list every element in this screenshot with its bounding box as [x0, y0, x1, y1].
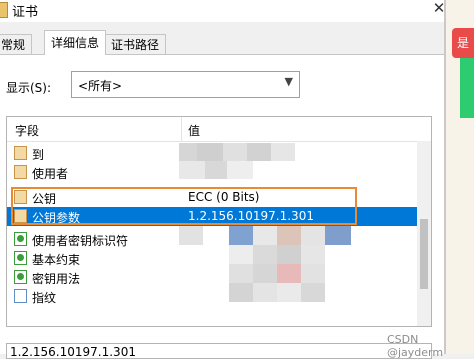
list-item[interactable]: 基本约束 [7, 249, 417, 268]
field-name: 密钥用法 [32, 272, 81, 286]
field-list[interactable]: 字段 值 到 使用者 公钥 ECC (0 Bits) 公钥参数 1.2.156.… [6, 116, 432, 327]
list-item[interactable]: 使用者 [7, 163, 417, 182]
tab-details-label: 详细信息 [51, 36, 100, 50]
tab-strip: 常规 详细信息 证书路径 [0, 30, 444, 55]
background-chip-text: 是 [456, 36, 469, 50]
background-green-bar [460, 58, 474, 118]
field-value: ECC (0 Bits) [188, 190, 260, 204]
title-bar: 证书 ✕ [0, 0, 474, 22]
chevron-down-icon: ▼ [284, 75, 293, 88]
tab-cert-path[interactable]: 证书路径 [104, 34, 167, 54]
column-header-value[interactable]: 值 [188, 122, 200, 139]
show-select[interactable]: <所有> ▼ [71, 71, 300, 98]
certificate-icon [0, 2, 8, 18]
field-name: 公钥 [32, 192, 57, 206]
list-item[interactable]: 公钥 ECC (0 Bits) [7, 188, 417, 207]
field-name: 使用者 [32, 167, 69, 181]
detail-value-box[interactable]: 1.2.156.10197.1.301 [6, 343, 432, 359]
show-label: 显示(S): [6, 81, 52, 95]
extension-field-icon [14, 232, 27, 246]
scrollbar-thumb[interactable] [420, 219, 428, 289]
certificate-field-icon [14, 209, 27, 223]
tab-cert-path-label: 证书路径 [111, 38, 160, 52]
property-field-icon [14, 289, 27, 303]
window-title: 证书 [12, 5, 39, 20]
field-name: 公钥参数 [32, 211, 81, 225]
field-name: 到 [32, 148, 45, 162]
background-app: 是 [446, 0, 474, 354]
field-value: 1.2.156.10197.1.301 [188, 209, 314, 223]
column-header-field[interactable]: 字段 [15, 122, 39, 139]
certificate-field-icon [14, 146, 27, 160]
certificate-field-icon [14, 165, 27, 179]
tab-details[interactable]: 详细信息 [44, 30, 107, 55]
field-name: 基本约束 [32, 253, 81, 267]
background-red-chip: 是 [452, 28, 474, 58]
list-item[interactable]: 使用者密钥标识符 [7, 230, 417, 249]
list-item-selected[interactable]: 公钥参数 1.2.156.10197.1.301 [7, 207, 417, 226]
show-select-value: <所有> [78, 79, 123, 93]
list-item[interactable]: 到 [7, 144, 417, 163]
field-name: 指纹 [32, 291, 57, 305]
vertical-scrollbar[interactable] [417, 141, 431, 326]
list-item[interactable]: 密钥用法 [7, 268, 417, 287]
extension-field-icon [14, 270, 27, 284]
list-item[interactable]: 指纹 [7, 287, 417, 306]
field-name: 使用者密钥标识符 [32, 234, 129, 248]
tab-general-label: 常规 [1, 38, 26, 52]
extension-field-icon [14, 251, 27, 265]
list-header: 字段 值 [7, 117, 431, 142]
column-divider[interactable] [181, 117, 182, 141]
watermark: CSDN @jayderm [387, 333, 444, 359]
detail-value-text: 1.2.156.10197.1.301 [10, 345, 136, 359]
certificate-field-icon [14, 190, 27, 204]
tab-general[interactable]: 常规 [0, 34, 33, 54]
